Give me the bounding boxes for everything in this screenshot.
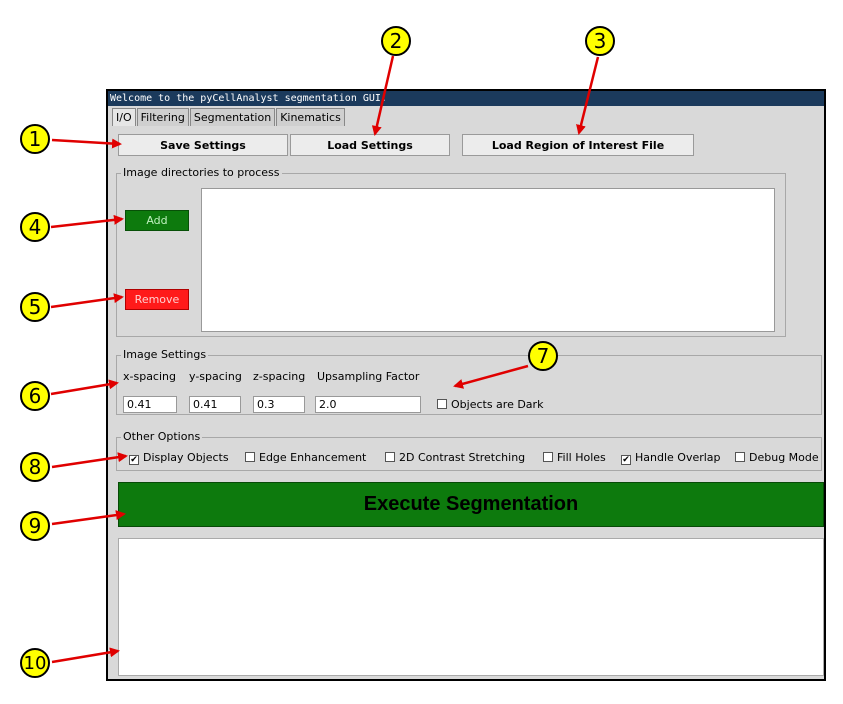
arrow-6 [50,379,119,396]
callout-6: 6 [20,381,50,411]
callout-2: 2 [381,26,411,56]
arrow-10 [51,647,120,664]
arrow-4 [50,214,124,229]
arrow-2 [371,55,395,136]
annotation-arrows [50,55,600,664]
callout-3: 3 [585,26,615,56]
arrow-5 [50,293,124,309]
arrow-1 [51,138,122,149]
arrow-9 [51,510,126,526]
callout-7: 7 [528,341,558,371]
callout-4: 4 [20,212,50,242]
arrow-7 [453,364,529,389]
callout-5: 5 [20,292,50,322]
arrow-8 [51,452,128,469]
callout-8: 8 [20,452,50,482]
callout-9: 9 [20,511,50,541]
arrow-3 [576,56,600,135]
callout-10: 10 [20,648,50,678]
callout-1: 1 [20,124,50,154]
